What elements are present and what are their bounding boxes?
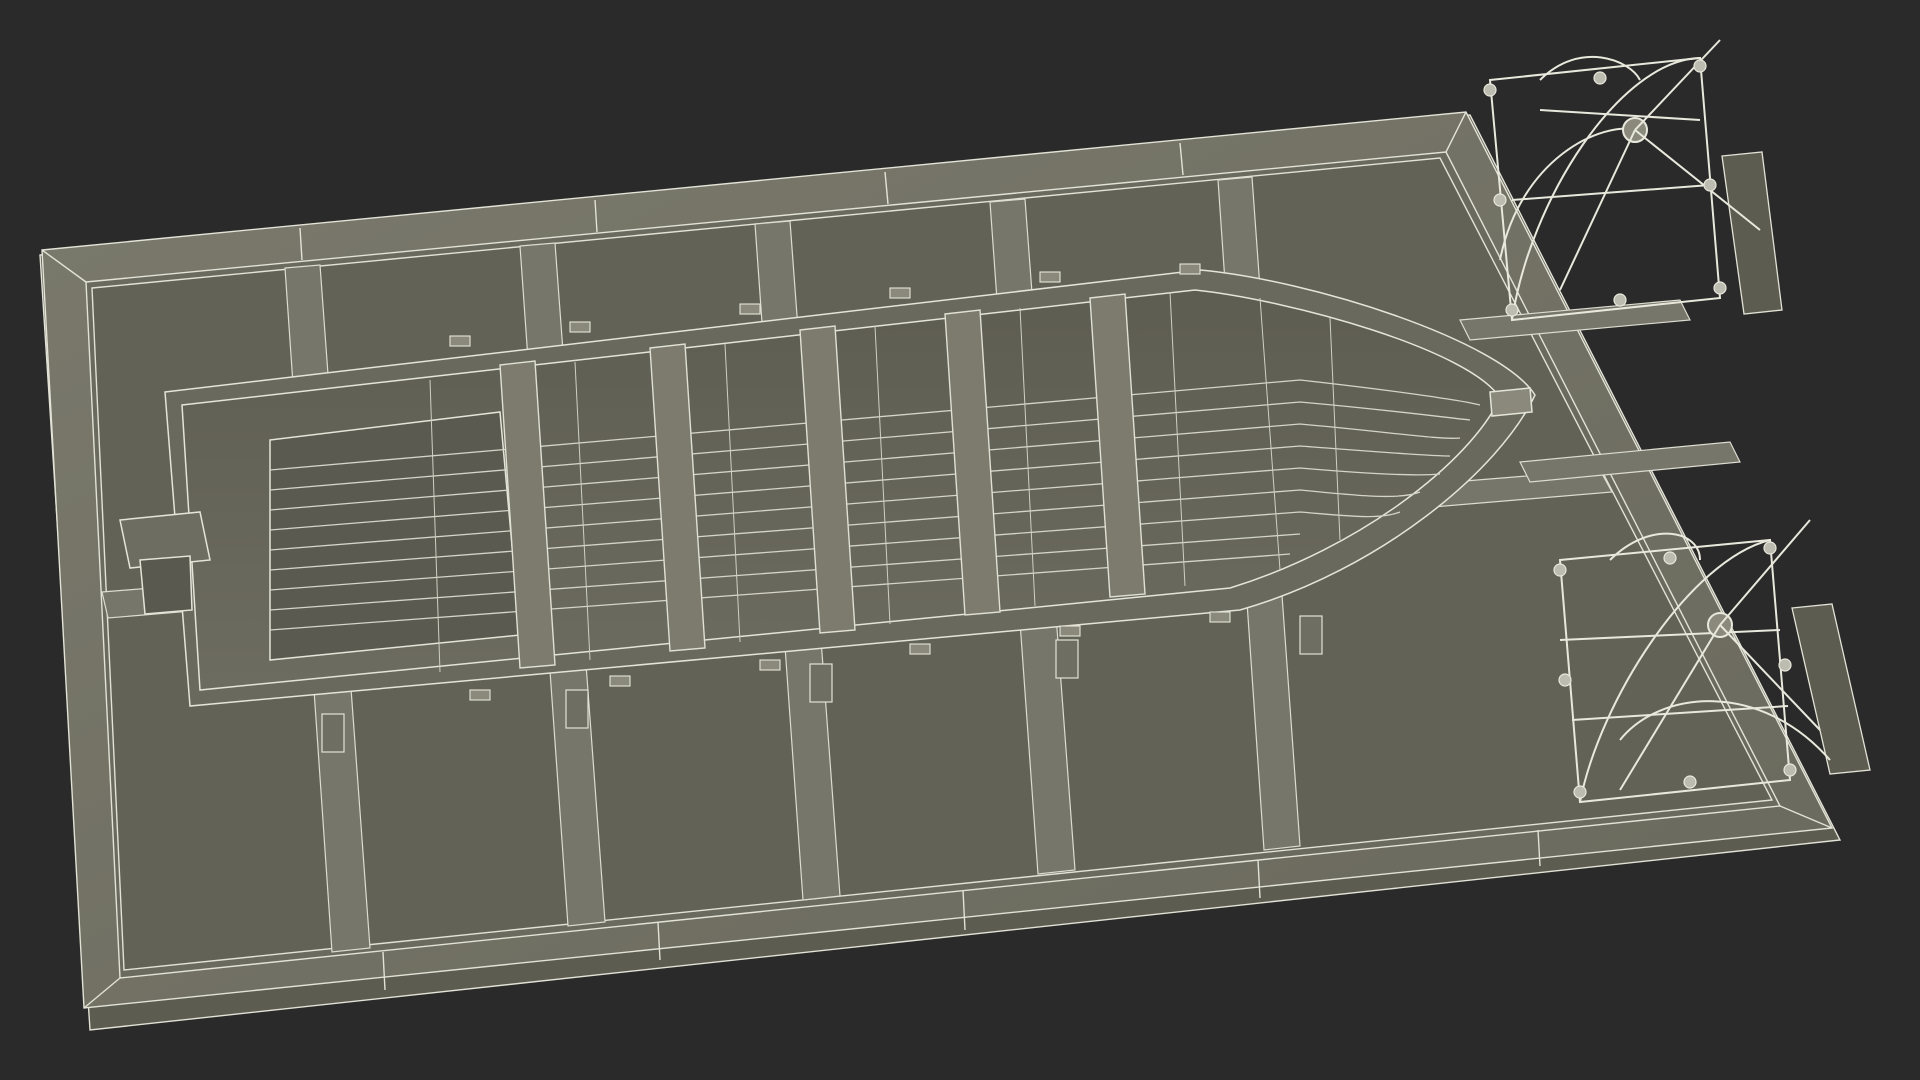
- 3d-viewport[interactable]: [0, 0, 1920, 1080]
- wireframe-render: [39, 39, 1871, 1031]
- bow-stem: [1489, 387, 1533, 417]
